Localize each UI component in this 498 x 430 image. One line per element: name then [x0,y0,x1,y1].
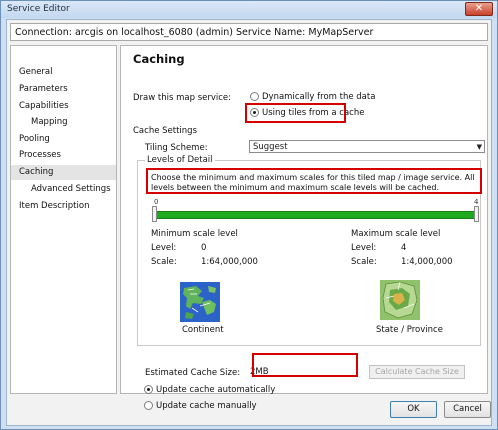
slider-max-tick: 4 [474,198,479,206]
sidebar-item-parameters[interactable]: Parameters [11,82,116,97]
levels-of-detail-label: Levels of Detail [145,155,215,165]
connection-bar: Connection: arcgis on localhost_6080 (ad… [10,23,488,41]
estimated-cache-size-label: Estimated Cache Size: [145,368,241,378]
sidebar-item-caching[interactable]: Caching [11,165,116,180]
minimum-level-value: 0 [201,243,207,253]
tiling-scheme-value: Suggest [253,142,288,152]
sidebar-item-mapping[interactable]: Mapping [11,115,116,130]
sidebar-item-general[interactable]: General [11,65,116,80]
lod-description-highlight [146,168,482,194]
sidebar-nav: General Parameters Capabilities Mapping … [10,45,117,394]
cancel-button[interactable]: Cancel [444,401,491,418]
dialog-body: Connection: arcgis on localhost_6080 (ad… [6,19,492,426]
connection-text: Connection: arcgis on localhost_6080 (ad… [15,27,374,38]
close-button[interactable]: ✕ [465,2,493,16]
calculate-cache-size-button[interactable]: Calculate Cache Size [369,365,465,379]
draw-map-service-label: Draw this map service: [133,93,232,103]
continent-label: Continent [182,325,224,335]
maximum-scale-title: Maximum scale level [351,229,441,239]
slider-min-thumb[interactable] [152,206,157,222]
update-auto-radio[interactable] [144,385,153,394]
update-manual-radio[interactable] [144,401,153,410]
update-manual-label[interactable]: Update cache manually [156,401,257,411]
minimum-scale-title: Minimum scale level [151,229,238,239]
slider-max-thumb[interactable] [474,206,479,222]
dynamic-draw-radio[interactable] [250,92,259,101]
title-bar[interactable]: Service Editor ✕ [1,1,497,18]
cache-settings-label: Cache Settings [133,126,197,136]
chevron-down-icon[interactable]: ▼ [477,143,482,151]
minimum-scale-value: 1:64,000,000 [201,257,258,267]
dynamic-draw-label[interactable]: Dynamically from the data [262,92,375,102]
sidebar-item-item-description[interactable]: Item Description [11,199,116,214]
state-province-label: State / Province [376,325,443,335]
caching-panel: Caching Draw this map service: Dynamical… [120,45,488,411]
sidebar-item-processes[interactable]: Processes [11,148,116,163]
maximum-scale-label: Scale: [351,257,377,267]
continent-map-icon [180,282,220,322]
maximum-scale-value: 1:4,000,000 [401,257,453,267]
tiling-scheme-select[interactable]: Suggest ▼ [249,140,485,153]
sidebar-item-pooling[interactable]: Pooling [11,132,116,147]
maximum-level-label: Level: [351,243,377,253]
ok-button[interactable]: OK [390,401,437,418]
update-auto-label[interactable]: Update cache automatically [156,385,275,395]
tiling-scheme-label: Tiling Scheme: [145,143,208,153]
service-editor-window: Service Editor ✕ Connection: arcgis on l… [0,0,498,430]
minimum-scale-label: Scale: [151,257,177,267]
maximum-level-value: 4 [401,243,407,253]
slider-min-tick: 0 [154,198,159,206]
tiles-cache-highlight [245,103,346,123]
minimum-level-label: Level: [151,243,177,253]
sidebar-item-advanced-settings[interactable]: Advanced Settings [11,182,116,197]
scale-range-slider[interactable] [154,211,476,219]
cache-size-highlight [252,353,358,377]
sidebar-item-capabilities[interactable]: Capabilities [11,99,116,114]
state-map-icon [380,280,420,320]
page-title: Caching [133,52,185,66]
window-title: Service Editor [7,4,70,14]
